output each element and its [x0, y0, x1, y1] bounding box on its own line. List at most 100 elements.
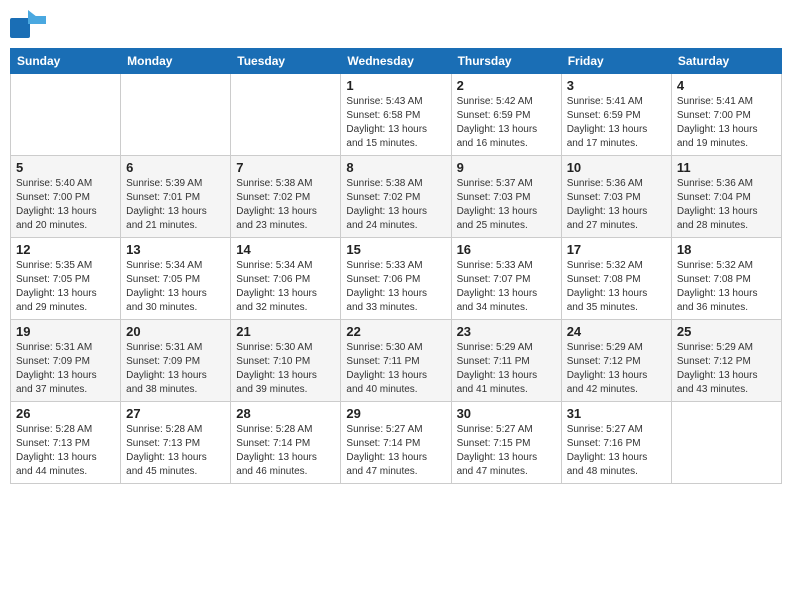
calendar-cell: 7Sunrise: 5:38 AMSunset: 7:02 PMDaylight… [231, 156, 341, 238]
daylight-line: Daylight: 13 hours and 37 minutes. [16, 370, 97, 395]
daylight-line: Daylight: 13 hours and 39 minutes. [236, 370, 317, 395]
calendar-cell: 22 Sunrise: 5:30 AMSunset: 7:11 PMDayligh… [341, 320, 451, 402]
cell-info: Sunrise: 5:30 AMSunset: 7:10 PMDaylight:… [236, 341, 335, 397]
sunset-line: Sunset: 7:08 PM [567, 274, 641, 285]
daylight-line: Daylight: 13 hours and 41 minutes. [457, 370, 538, 395]
calendar-row-5: 26Sunrise: 5:28 AMSunset: 7:13 PMDayligh… [11, 402, 782, 484]
cell-date-number: 27 [126, 406, 225, 421]
calendar-cell: 17Sunrise: 5:32 AMSunset: 7:08 PMDayligh… [561, 238, 671, 320]
sunrise-line: Sunrise: 5:40 AM [16, 178, 92, 189]
calendar-cell: 2Sunrise: 5:42 AMSunset: 6:59 PMDaylight… [451, 74, 561, 156]
cell-date-number: 15 [346, 242, 445, 257]
cell-info: Sunrise: 5:29 AMSunset: 7:12 PMDaylight:… [677, 341, 776, 397]
daylight-line: Daylight: 13 hours and 47 minutes. [346, 452, 427, 477]
daylight-line: Daylight: 13 hours and 29 minutes. [16, 288, 97, 313]
day-header-wednesday: Wednesday [341, 49, 451, 74]
daylight-line: Daylight: 13 hours and 19 minutes. [677, 124, 758, 149]
cell-info: Sunrise: 5:36 AMSunset: 7:04 PMDaylight:… [677, 177, 776, 233]
daylight-line: Daylight: 13 hours and 38 minutes. [126, 370, 207, 395]
cell-info: Sunrise: 5:28 AMSunset: 7:13 PMDaylight:… [16, 423, 115, 479]
cell-date-number: 20 [126, 324, 225, 339]
sunrise-line: Sunrise: 5:29 AM [567, 342, 643, 353]
daylight-line: Daylight: 13 hours and 33 minutes. [346, 288, 427, 313]
cell-date-number: 26 [16, 406, 115, 421]
cell-info: Sunrise: 5:34 AMSunset: 7:05 PMDaylight:… [126, 259, 225, 315]
calendar-cell: 1Sunrise: 5:43 AMSunset: 6:58 PMDaylight… [341, 74, 451, 156]
calendar-cell: 21 Sunrise: 5:30 AMSunset: 7:10 PMDayligh… [231, 320, 341, 402]
sunrise-line: Sunrise: 5:38 AM [346, 178, 422, 189]
sunset-line: Sunset: 7:15 PM [457, 438, 531, 449]
daylight-line: Daylight: 13 hours and 24 minutes. [346, 206, 427, 231]
sunrise-line: Sunrise: 5:42 AM [457, 96, 533, 107]
sunrise-line: Sunrise: 5:27 AM [457, 424, 533, 435]
cell-info: Sunrise: 5:31 AMSunset: 7:09 PMDaylight:… [126, 341, 225, 397]
cell-info: Sunrise: 5:30 AMSunset: 7:11 PMDaylight:… [346, 341, 445, 397]
calendar-row-2: 5 Sunrise: 5:40 AMSunset: 7:00 PMDaylight… [11, 156, 782, 238]
sunset-line: Sunset: 6:59 PM [567, 110, 641, 121]
day-header-saturday: Saturday [671, 49, 781, 74]
sunset-line: Sunset: 7:09 PM [126, 356, 200, 367]
day-header-tuesday: Tuesday [231, 49, 341, 74]
sunset-line: Sunset: 7:09 PM [16, 356, 90, 367]
sunset-line: Sunset: 7:13 PM [126, 438, 200, 449]
cell-info: Sunrise: 5:40 AMSunset: 7:00 PMDaylight:… [16, 177, 115, 233]
sunrise-line: Sunrise: 5:27 AM [567, 424, 643, 435]
cell-date-number: 24 [567, 324, 666, 339]
sunrise-line: Sunrise: 5:30 AM [346, 342, 422, 353]
header-row: SundayMondayTuesdayWednesdayThursdayFrid… [11, 49, 782, 74]
sunset-line: Sunset: 7:14 PM [236, 438, 310, 449]
daylight-line: Daylight: 13 hours and 45 minutes. [126, 452, 207, 477]
sunrise-line: Sunrise: 5:28 AM [126, 424, 202, 435]
calendar-cell: 5 Sunrise: 5:40 AMSunset: 7:00 PMDaylight… [11, 156, 121, 238]
calendar-cell: 27 Sunrise: 5:28 AM Sunset: 7:13 PM Dayligh… [121, 402, 231, 484]
cell-date-number: 23 [457, 324, 556, 339]
calendar-cell: 20 Sunrise: 5:31 AMSunset: 7:09 PMDayligh… [121, 320, 231, 402]
sunset-line: Sunset: 7:08 PM [677, 274, 751, 285]
daylight-line: Daylight: 13 hours and 44 minutes. [16, 452, 97, 477]
cell-info: Sunrise: 5:32 AMSunset: 7:08 PMDaylight:… [677, 259, 776, 315]
day-header-thursday: Thursday [451, 49, 561, 74]
cell-date-number: 5 [16, 160, 115, 175]
calendar-cell [11, 74, 121, 156]
calendar-cell: 13Sunrise: 5:34 AMSunset: 7:05 PMDayligh… [121, 238, 231, 320]
cell-info: Sunrise: 5:34 AMSunset: 7:06 PMDaylight:… [236, 259, 335, 315]
cell-date-number: 8 [346, 160, 445, 175]
sunrise-line: Sunrise: 5:35 AM [16, 260, 92, 271]
cell-date-number: 22 [346, 324, 445, 339]
calendar-cell: 15 Sunrise: 5:33 AMSunset: 7:06 PMDayligh… [341, 238, 451, 320]
calendar-cell [231, 74, 341, 156]
sunset-line: Sunset: 7:06 PM [346, 274, 420, 285]
sunrise-line: Sunrise: 5:41 AM [567, 96, 643, 107]
sunrise-line: Sunrise: 5:38 AM [236, 178, 312, 189]
sunset-line: Sunset: 7:13 PM [16, 438, 90, 449]
cell-info: Sunrise: 5:35 AMSunset: 7:05 PMDaylight:… [16, 259, 115, 315]
sunset-line: Sunset: 7:11 PM [457, 356, 530, 367]
cell-date-number: 25 [677, 324, 776, 339]
sunrise-line: Sunrise: 5:41 AM [677, 96, 753, 107]
daylight-line: Daylight: 13 hours and 15 minutes. [346, 124, 427, 149]
daylight-line: Daylight: 13 hours and 42 minutes. [567, 370, 648, 395]
cell-date-number: 11 [677, 160, 776, 175]
daylight-line: Daylight: 13 hours and 17 minutes. [567, 124, 648, 149]
cell-date-number: 28 [236, 406, 335, 421]
calendar-cell: 10Sunrise: 5:36 AMSunset: 7:03 PMDayligh… [561, 156, 671, 238]
day-header-friday: Friday [561, 49, 671, 74]
sunset-line: Sunset: 7:05 PM [126, 274, 200, 285]
cell-info: Sunrise: 5:33 AMSunset: 7:06 PMDaylight:… [346, 259, 445, 315]
calendar-cell: 6Sunrise: 5:39 AMSunset: 7:01 PMDaylight… [121, 156, 231, 238]
cell-date-number: 31 [567, 406, 666, 421]
sunrise-line: Sunrise: 5:34 AM [236, 260, 312, 271]
daylight-line: Daylight: 13 hours and 36 minutes. [677, 288, 758, 313]
day-header-sunday: Sunday [11, 49, 121, 74]
calendar-row-1: 1Sunrise: 5:43 AMSunset: 6:58 PMDaylight… [11, 74, 782, 156]
cell-info: Sunrise: 5:27 AMSunset: 7:15 PMDaylight:… [457, 423, 556, 479]
cell-date-number: 7 [236, 160, 335, 175]
sunrise-line: Sunrise: 5:29 AM [677, 342, 753, 353]
cell-date-number: 21 [236, 324, 335, 339]
cell-info: Sunrise: 5:41 AM Sunset: 6:59 PM Daylight:… [567, 95, 666, 151]
sunset-line: Sunset: 7:02 PM [236, 192, 310, 203]
cell-info: Sunrise: 5:27 AMSunset: 7:14 PMDaylight:… [346, 423, 445, 479]
sunrise-line: Sunrise: 5:28 AM [236, 424, 312, 435]
cell-date-number: 4 [677, 78, 776, 93]
sunrise-line: Sunrise: 5:32 AM [567, 260, 643, 271]
